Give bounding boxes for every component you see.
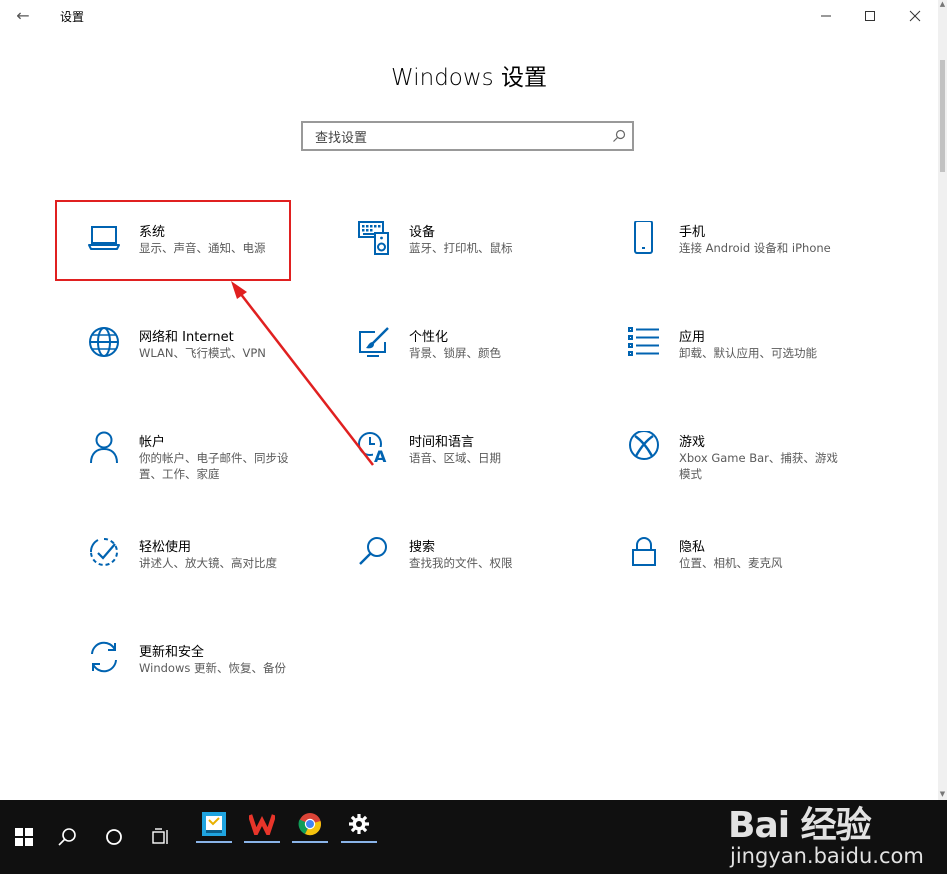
running-indicator xyxy=(341,841,377,843)
scroll-thumb[interactable] xyxy=(940,60,945,172)
tile-description: Windows 更新、恢复、备份 xyxy=(139,661,286,675)
tile-time-language[interactable]: A 时间和语言 语音、区域、日期 xyxy=(357,431,587,491)
task-view-icon[interactable] xyxy=(90,800,138,874)
phone-icon xyxy=(634,221,653,254)
timeline-icon[interactable] xyxy=(137,800,185,874)
ease-of-access-icon xyxy=(90,538,118,566)
tile-title: 隐私 xyxy=(679,540,706,555)
tile-search[interactable]: 搜索 查找我的文件、权限 xyxy=(357,536,587,596)
wps-app-icon[interactable] xyxy=(242,806,282,843)
person-icon xyxy=(90,431,118,464)
tile-title: 更新和安全 xyxy=(139,645,205,660)
page-title: Windows 设置 xyxy=(391,65,547,91)
taskbar-search-icon[interactable] xyxy=(43,800,91,874)
tile-privacy[interactable]: 隐私 位置、相机、麦克风 xyxy=(627,536,857,596)
tile-title: 网络和 Internet xyxy=(139,330,234,345)
tile-ease-of-access[interactable]: 轻松使用 讲述人、放大镜、高对比度 xyxy=(87,536,317,596)
tile-title: 手机 xyxy=(679,225,706,240)
running-indicator xyxy=(244,841,280,843)
tile-title: 游戏 xyxy=(679,435,706,450)
paint-brush-icon xyxy=(359,327,389,357)
tile-description: 背景、锁屏、颜色 xyxy=(409,346,501,360)
task-switch-icon xyxy=(152,828,168,844)
apps-list-icon xyxy=(628,327,659,356)
tile-title: 设备 xyxy=(409,225,436,240)
highlight-box xyxy=(55,200,291,281)
tile-title: 时间和语言 xyxy=(409,435,475,450)
editor-logo-icon xyxy=(202,812,226,836)
watermark-logo: Bai 经验 xyxy=(728,805,872,846)
time-language-icon: A xyxy=(358,432,390,465)
tile-apps[interactable]: 应用 卸载、默认应用、可选功能 xyxy=(627,326,857,386)
tile-description: WLAN、飞行模式、VPN xyxy=(139,346,266,360)
maximize-button[interactable] xyxy=(847,0,893,32)
tile-title: 应用 xyxy=(679,330,706,345)
running-indicator xyxy=(196,841,232,843)
title-bar: ← 设置 xyxy=(0,0,947,32)
tile-description: 位置、相机、麦克风 xyxy=(679,556,783,570)
tile-personalization[interactable]: 个性化 背景、锁屏、颜色 xyxy=(357,326,587,386)
tile-title: 搜索 xyxy=(409,540,436,555)
keyboard-speaker-icon xyxy=(358,221,389,255)
scroll-up-icon[interactable]: ▲ xyxy=(938,0,947,10)
minimize-icon xyxy=(821,15,831,17)
windows-start-icon[interactable] xyxy=(0,800,48,874)
search-input[interactable] xyxy=(313,127,607,149)
window-title: 设置 xyxy=(60,10,85,24)
chrome-logo-icon xyxy=(298,813,321,836)
editor-app-icon[interactable] xyxy=(194,806,234,843)
tile-phone[interactable]: 手机 连接 Android 设备和 iPhone xyxy=(627,221,857,281)
search-icon xyxy=(58,828,76,846)
tile-title: 个性化 xyxy=(409,330,449,345)
watermark-url: jingyan.baidu.com xyxy=(730,844,924,868)
search-icon[interactable] xyxy=(612,129,626,143)
svg-text:A: A xyxy=(374,447,387,465)
scrollbar[interactable]: ▲ ▼ xyxy=(938,0,947,800)
running-indicator xyxy=(292,841,328,843)
chrome-app-icon[interactable] xyxy=(290,806,330,843)
close-button[interactable] xyxy=(892,0,938,32)
settings-app-icon[interactable] xyxy=(339,806,379,843)
tile-description: 卸载、默认应用、可选功能 xyxy=(679,346,817,360)
tile-description: 查找我的文件、权限 xyxy=(409,556,513,570)
tile-update-security[interactable]: 更新和安全 Windows 更新、恢复、备份 xyxy=(87,641,317,701)
tile-title: 帐户 xyxy=(139,435,166,450)
tile-gaming[interactable]: 游戏 Xbox Game Bar、捕获、游戏模式 xyxy=(627,431,857,491)
tile-accounts[interactable]: 帐户 你的帐户、电子邮件、同步设置、工作、家庭 xyxy=(87,431,317,491)
tile-description: 你的帐户、电子邮件、同步设置、工作、家庭 xyxy=(139,451,289,481)
tile-description: 蓝牙、打印机、鼠标 xyxy=(409,241,513,255)
sync-icon xyxy=(91,641,117,673)
magnifier-icon xyxy=(359,537,387,565)
scroll-down-icon[interactable]: ▼ xyxy=(938,790,947,800)
close-icon xyxy=(909,10,921,22)
tile-description: 语音、区域、日期 xyxy=(409,451,501,465)
gear-icon xyxy=(349,814,369,834)
lock-icon xyxy=(632,537,656,566)
tile-description: 讲述人、放大镜、高对比度 xyxy=(139,556,277,570)
maximize-icon xyxy=(865,11,875,21)
tile-description: 连接 Android 设备和 iPhone xyxy=(679,241,831,255)
minimize-button[interactable] xyxy=(803,0,849,32)
xbox-icon xyxy=(629,431,659,460)
tile-network[interactable]: 网络和 Internet WLAN、飞行模式、VPN xyxy=(87,326,317,386)
search-box[interactable] xyxy=(301,121,634,151)
tile-devices[interactable]: 设备 蓝牙、打印机、鼠标 xyxy=(357,221,587,281)
globe-icon xyxy=(89,327,119,357)
wps-logo-icon xyxy=(249,814,275,835)
back-arrow-icon[interactable]: ← xyxy=(12,6,34,26)
windows-logo-icon xyxy=(15,828,33,846)
tile-description: Xbox Game Bar、捕获、游戏模式 xyxy=(679,451,838,481)
cortana-circle-icon xyxy=(106,829,122,845)
tile-title: 轻松使用 xyxy=(139,540,192,555)
